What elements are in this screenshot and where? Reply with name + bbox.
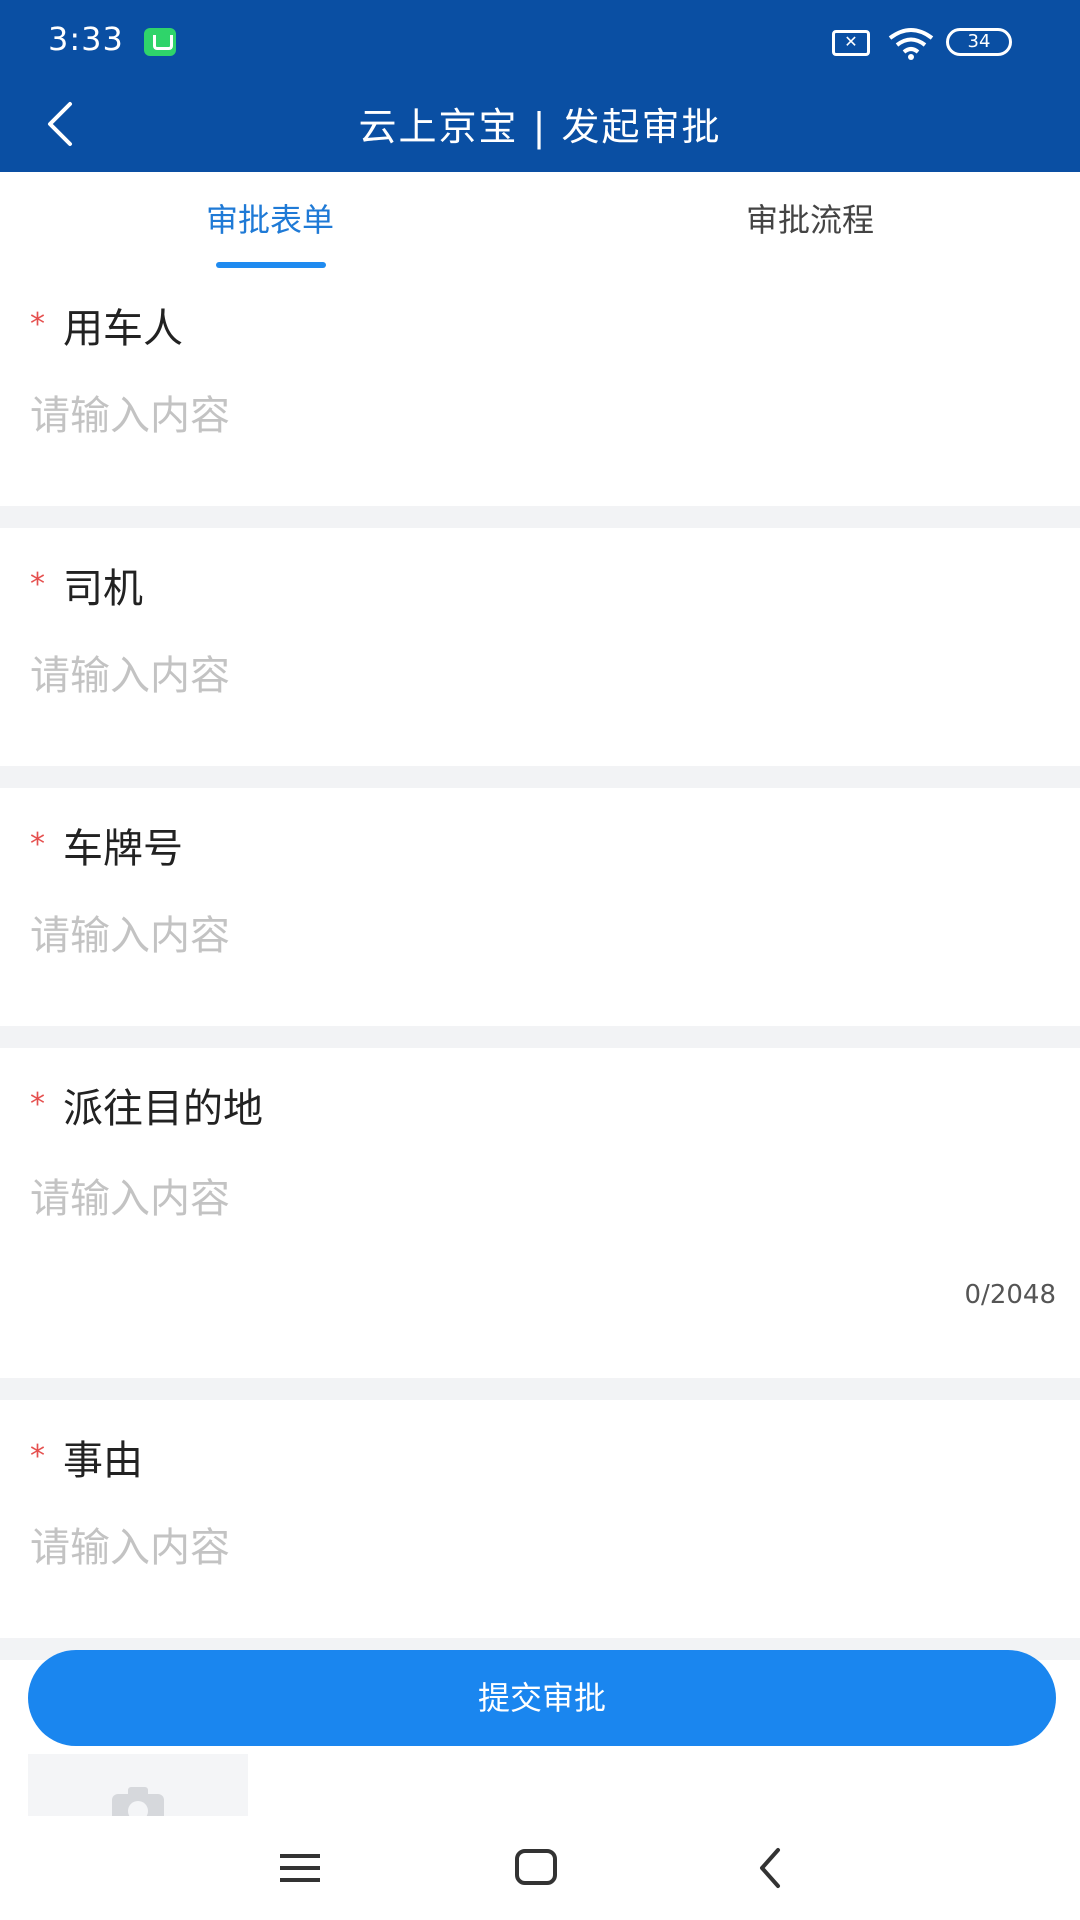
field-car-user: * 用车人: [0, 268, 1080, 506]
field-label: * 事由: [30, 1428, 143, 1486]
plate-number-input[interactable]: [30, 906, 1050, 966]
field-label-text: 用车人: [63, 306, 183, 352]
field-label: * 用车人: [30, 296, 183, 354]
field-label: * 车牌号: [30, 816, 183, 874]
page: 3:33 ✕ 34 云上京宝 | 发起审批 审批表单 审批流程 * 用车人 请输…: [0, 0, 1080, 1920]
nav-back-icon[interactable]: [730, 1838, 810, 1898]
required-mark: *: [30, 1439, 45, 1474]
destination-textarea[interactable]: [30, 1166, 1050, 1276]
system-nav-bar: [0, 1816, 1080, 1920]
section-divider: [0, 1378, 1080, 1400]
tab-bar: 审批表单 审批流程: [0, 172, 1080, 268]
field-driver: * 司机: [0, 528, 1080, 766]
section-divider: [0, 506, 1080, 528]
tab-approval-form[interactable]: 审批表单: [0, 172, 540, 268]
image-upload-box[interactable]: [28, 1754, 248, 1816]
camera-icon: [112, 1787, 164, 1816]
character-counter: 0/2048: [964, 1280, 1056, 1310]
home-icon[interactable]: [496, 1838, 576, 1898]
menu-icon[interactable]: [260, 1838, 340, 1898]
section-divider: [0, 1026, 1080, 1048]
status-time: 3:33: [48, 20, 124, 58]
sim-icon: ✕: [832, 30, 870, 56]
field-reason: * 事由: [0, 1400, 1080, 1638]
required-mark: *: [30, 1087, 45, 1122]
required-mark: *: [30, 827, 45, 862]
field-label: * 司机: [30, 556, 143, 614]
car-user-input[interactable]: [30, 386, 1050, 446]
field-label-text: 事由: [63, 1438, 143, 1484]
app-notification-icon: [144, 28, 176, 56]
submit-approval-button[interactable]: 提交审批: [28, 1650, 1056, 1746]
driver-input[interactable]: [30, 646, 1050, 706]
wifi-icon: [888, 28, 934, 60]
tab-approval-process[interactable]: 审批流程: [540, 172, 1080, 268]
field-label-text: 车牌号: [63, 826, 183, 872]
section-divider: [0, 766, 1080, 788]
required-mark: *: [30, 307, 45, 342]
reason-input[interactable]: [30, 1518, 1050, 1578]
field-plate-number: * 车牌号: [0, 788, 1080, 1026]
battery-icon: 34: [946, 28, 1012, 56]
page-title: 云上京宝 | 发起审批: [358, 105, 722, 149]
field-label-text: 派往目的地: [63, 1086, 263, 1132]
field-label: * 派往目的地: [30, 1076, 263, 1134]
required-mark: *: [30, 567, 45, 602]
battery-level: 34: [967, 31, 991, 52]
field-destination: * 派往目的地 0/2048: [0, 1048, 1080, 1378]
field-label-text: 司机: [63, 566, 143, 612]
app-header: 3:33 ✕ 34 云上京宝 | 发起审批: [0, 0, 1080, 172]
